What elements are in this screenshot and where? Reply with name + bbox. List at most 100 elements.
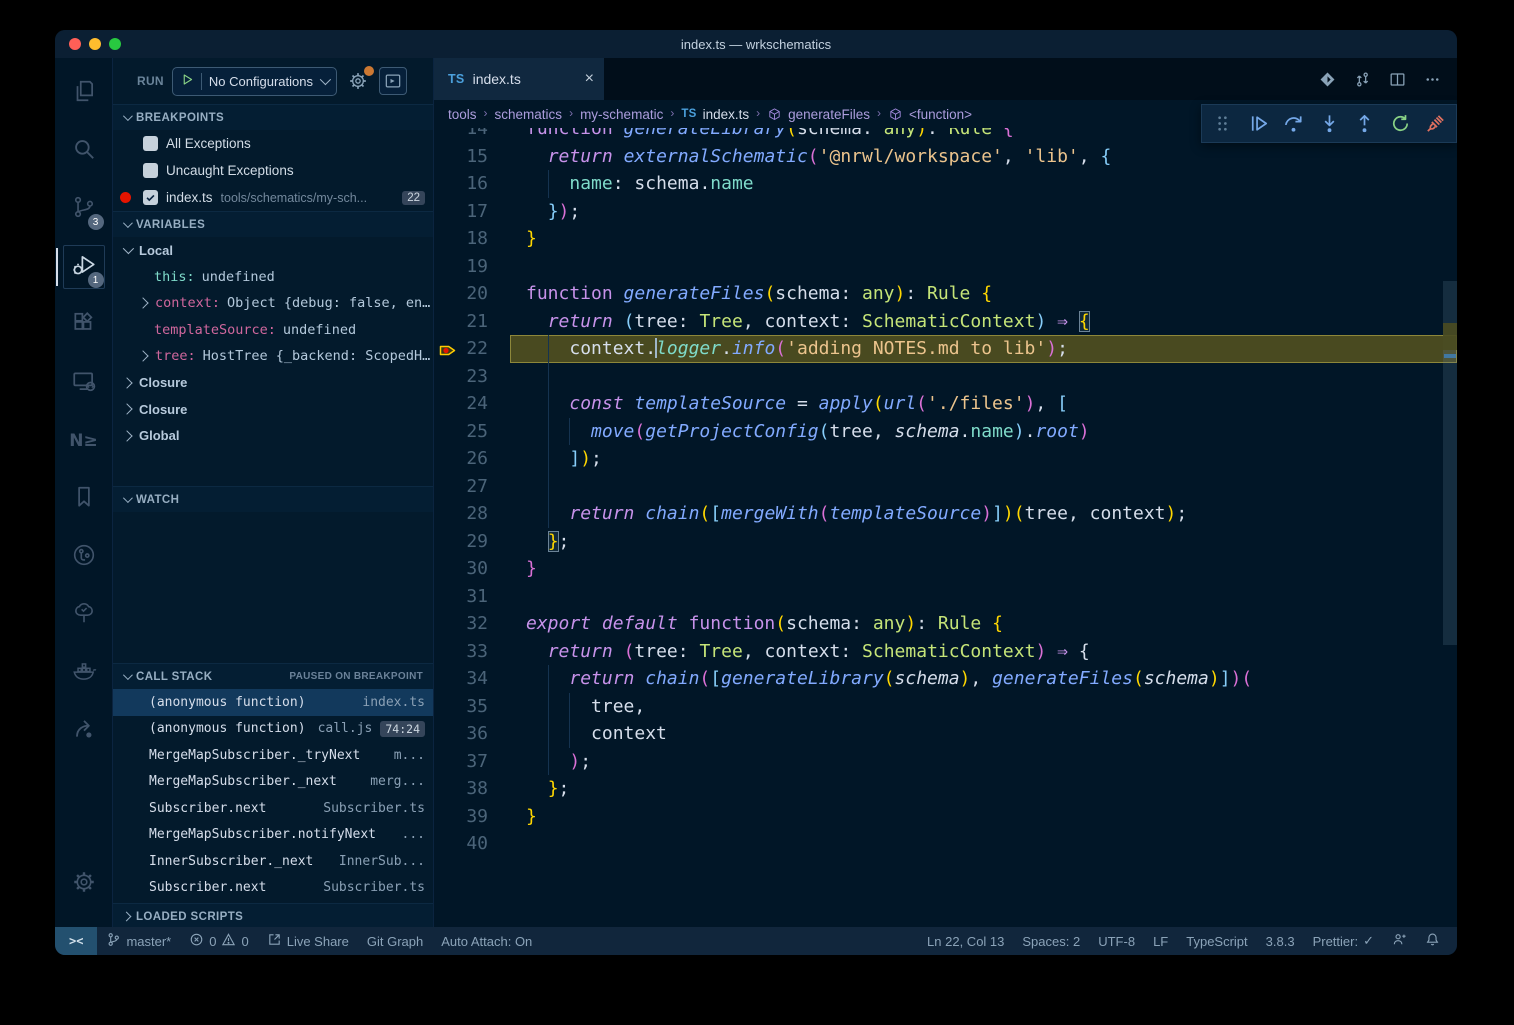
editor-gutter[interactable]: 25 [434,418,510,446]
editor-gutter[interactable]: 40 [434,830,510,858]
eol-item[interactable]: LF [1144,934,1177,949]
editor-gutter[interactable]: 28 [434,500,510,528]
breadcrumb-item[interactable]: generateFiles [767,107,870,122]
variable-row[interactable]: Closure [113,370,433,397]
editor-gutter[interactable]: 32 [434,610,510,638]
code-line[interactable]: 32export default function(schema: any): … [434,610,1457,638]
editor-gutter[interactable]: 29 [434,528,510,556]
breakpoint-checkbox[interactable] [143,190,158,205]
code-line[interactable]: 28 return chain([mergeWith(templateSourc… [434,500,1457,528]
code-viewport[interactable]: 14function generateLibrary(schema: any):… [434,128,1457,927]
problems-item[interactable]: 0 0 [180,932,257,950]
prettier-item[interactable]: Prettier: ✓ [1304,933,1383,949]
activity-item-extensions[interactable] [60,296,108,354]
variable-row[interactable]: Local [113,237,433,264]
continue-button[interactable] [1243,109,1273,139]
code-line[interactable]: 17 }); [434,198,1457,226]
activity-item-search[interactable] [60,122,108,180]
code-line[interactable]: 38 }; [434,775,1457,803]
code-line[interactable]: 31 [434,583,1457,611]
variable-row[interactable]: Closure [113,396,433,423]
editor-gutter[interactable]: 36 [434,720,510,748]
code-line[interactable]: 29 }; [434,528,1457,556]
editor-gutter[interactable]: 15 [434,143,510,171]
call-stack-frame[interactable]: MergeMapSubscriber._tryNextm... [113,742,433,769]
call-stack-frame[interactable]: Subscriber.nextSubscriber.ts [113,795,433,822]
step-out-button[interactable] [1350,109,1380,139]
remote-indicator[interactable]: >< [55,927,97,955]
editor-gutter[interactable]: 31 [434,583,510,611]
code-line[interactable]: 25 move(getProjectConfig(tree, schema.na… [434,418,1457,446]
code-line[interactable]: 20function generateFiles(schema: any): R… [434,280,1457,308]
disconnect-button[interactable] [1421,109,1451,139]
indentation-item[interactable]: Spaces: 2 [1013,934,1089,949]
live-share-item[interactable]: Live Share [258,932,358,950]
code-line[interactable]: 26 ]); [434,445,1457,473]
code-line[interactable]: 39} [434,803,1457,831]
debug-settings-gear[interactable] [345,68,371,94]
code-line[interactable]: 40 [434,830,1457,858]
debug-console-button[interactable] [379,67,407,95]
variable-row[interactable]: context:Object {debug: false, en… [113,290,433,317]
code-line[interactable]: 37 ); [434,748,1457,776]
language-mode-item[interactable]: TypeScript [1177,934,1256,949]
notifications-item[interactable] [1416,932,1449,950]
close-window-button[interactable] [69,38,81,50]
variable-row[interactable]: templateSource:undefined [113,317,433,344]
activity-item-run-and-debug[interactable]: 1 [60,238,108,296]
editor-scrollbar[interactable] [1443,128,1457,927]
editor-gutter[interactable]: 33 [434,638,510,666]
breakpoint-checkbox[interactable] [143,163,158,178]
code-line[interactable]: 33 return (tree: Tree, context: Schemati… [434,638,1457,666]
editor-gutter[interactable]: 35 [434,693,510,721]
editor-gutter[interactable]: 34 [434,665,510,693]
git-branch-item[interactable]: master* [97,932,180,950]
editor-gutter[interactable]: 22 [434,335,510,363]
cursor-position-item[interactable]: Ln 22, Col 13 [918,934,1013,949]
restart-button[interactable] [1385,109,1415,139]
call-stack-frame[interactable]: InnerSubscriber._nextInnerSub... [113,848,433,875]
code-line[interactable]: 30} [434,555,1457,583]
editor-gutter[interactable]: 30 [434,555,510,583]
code-line[interactable]: 21 return (tree: Tree, context: Schemati… [434,308,1457,336]
code-line[interactable]: 36 context [434,720,1457,748]
code-line[interactable]: 24 const templateSource = apply(url('./f… [434,390,1457,418]
activity-item-manage[interactable] [60,855,108,913]
editor-gutter[interactable]: 20 [434,280,510,308]
call-stack-frame[interactable]: MergeMapSubscriber._nextmerg... [113,769,433,796]
activity-item-source-control[interactable]: 3 [60,180,108,238]
launch-config-dropdown[interactable]: No Configurations [172,67,337,96]
variable-row[interactable]: Global [113,423,433,450]
more-actions-icon[interactable] [1419,66,1445,92]
activity-item-todo-tree[interactable] [60,586,108,644]
code-line[interactable]: 19 [434,253,1457,281]
feedback-item[interactable] [1383,932,1416,950]
code-line[interactable]: 23 [434,363,1457,391]
synchronize-changes-icon[interactable] [1349,66,1375,92]
git-graph-item[interactable]: Git Graph [358,934,432,949]
diamond-icon[interactable] [1314,66,1340,92]
editor-gutter[interactable]: 17 [434,198,510,226]
call-stack-frame[interactable]: MergeMapSubscriber.notifyNext... [113,822,433,849]
code-line[interactable]: 22 context.logger.info('adding NOTES.md … [434,335,1457,363]
zoom-window-button[interactable] [109,38,121,50]
breadcrumb-item[interactable]: tools [448,107,477,122]
call-stack-frame[interactable]: Subscriber.nextSubscriber.ts [113,875,433,902]
activity-item-remote-explorer[interactable] [60,354,108,412]
call-stack-frame[interactable]: (anonymous function)call.js74:24 [113,716,433,743]
call-stack-frame[interactable]: (anonymous function)index.ts [113,689,433,716]
editor-gutter[interactable]: 21 [434,308,510,336]
start-debug-icon[interactable] [181,73,194,89]
step-into-button[interactable] [1314,109,1344,139]
variable-row[interactable]: this:undefined [113,264,433,291]
split-editor-icon[interactable] [1384,66,1410,92]
minimize-window-button[interactable] [89,38,101,50]
step-over-button[interactable] [1279,109,1309,139]
editor-gutter[interactable]: 14 [434,128,510,143]
code-line[interactable]: 34 return chain([generateLibrary(schema)… [434,665,1457,693]
editor-gutter[interactable]: 39 [434,803,510,831]
code-line[interactable]: 35 tree, [434,693,1457,721]
code-line[interactable]: 18} [434,225,1457,253]
close-tab-icon[interactable]: × [585,70,594,88]
activity-item-share[interactable] [60,702,108,760]
